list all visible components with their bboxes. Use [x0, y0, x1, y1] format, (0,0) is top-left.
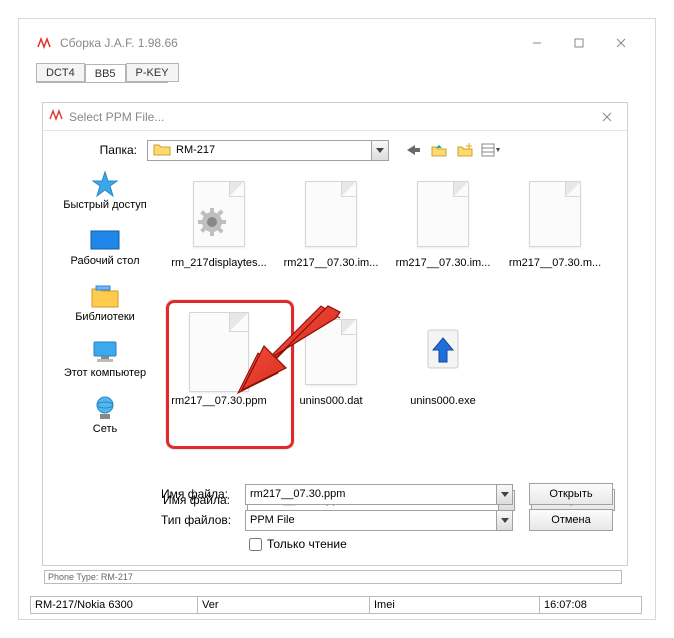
- main-titlebar: Сборка J.A.F. 1.98.66: [30, 30, 642, 56]
- network-icon: [49, 393, 161, 423]
- dialog-app-icon: [49, 108, 63, 125]
- folder-label: Папка:: [55, 143, 147, 157]
- file-grid[interactable]: rm_217displaytes... rm217__07.30.im... r…: [163, 165, 619, 455]
- dialog-titlebar: Select PPM File...: [43, 103, 627, 131]
- file-label: unins000.dat: [277, 395, 385, 407]
- back-icon[interactable]: [403, 140, 423, 160]
- file-icon: [301, 177, 361, 251]
- app-icon: [36, 35, 52, 51]
- status-imei: Imei: [370, 596, 540, 614]
- file-icon: [301, 315, 361, 389]
- dialog-title: Select PPM File...: [69, 110, 164, 124]
- quick-access-icon: [49, 169, 161, 199]
- file-icon: [189, 315, 249, 389]
- place-network[interactable]: Сеть: [49, 389, 161, 445]
- filename-value: rm217__07.30.ppm: [250, 488, 345, 500]
- place-libraries[interactable]: Библиотеки: [49, 277, 161, 333]
- status-time: 16:07:08: [540, 596, 642, 614]
- tab-underline: [36, 82, 168, 83]
- main-title: Сборка J.A.F. 1.98.66: [60, 36, 178, 50]
- desktop-icon: [49, 225, 161, 255]
- folder-select[interactable]: RM-217: [147, 140, 389, 161]
- close-button[interactable]: [600, 30, 642, 56]
- filename-label: Имя файла:: [161, 487, 245, 501]
- file-item[interactable]: unins000.exe: [387, 303, 499, 437]
- chevron-down-icon[interactable]: [496, 511, 512, 530]
- place-desktop[interactable]: Рабочий стол: [49, 221, 161, 277]
- place-label: Этот компьютер: [49, 367, 161, 379]
- status-ver: Ver: [198, 596, 370, 614]
- filetype-label: Тип файлов:: [161, 513, 245, 527]
- installer-icon: [413, 315, 473, 389]
- tab-dct4[interactable]: DCT4: [36, 63, 85, 82]
- folder-value: RM-217: [176, 144, 215, 156]
- place-quick-access[interactable]: Быстрый доступ: [49, 165, 161, 221]
- file-label: unins000.exe: [389, 395, 497, 407]
- status-bar: RM-217/Nokia 6300 Ver Imei 16:07:08: [30, 596, 642, 614]
- minimize-button[interactable]: [516, 30, 558, 56]
- chevron-down-icon[interactable]: [371, 141, 388, 160]
- file-label: rm217__07.30.im...: [277, 257, 385, 269]
- file-item[interactable]: rm217__07.30.im...: [275, 165, 387, 299]
- dialog-close-button[interactable]: [587, 103, 627, 131]
- file-label: rm217__07.30.m...: [501, 257, 609, 269]
- place-label: Быстрый доступ: [49, 199, 161, 211]
- file-item[interactable]: unins000.dat: [275, 303, 387, 437]
- tab-bar: DCT4 BB5 P-KEY: [36, 62, 179, 82]
- phone-type-field: Phone Type: RM-217: [44, 570, 622, 584]
- cancel-button[interactable]: Отмена: [529, 509, 613, 531]
- views-icon[interactable]: [481, 140, 501, 160]
- file-label: rm_217displaytes...: [165, 257, 273, 269]
- gear-file-icon: [189, 177, 249, 251]
- folder-icon: [153, 142, 171, 158]
- chevron-down-icon[interactable]: [496, 485, 512, 504]
- file-item[interactable]: rm217__07.30.m...: [499, 165, 611, 299]
- readonly-checkbox[interactable]: [249, 538, 262, 551]
- status-model: RM-217/Nokia 6300: [30, 596, 198, 614]
- file-icon: [413, 177, 473, 251]
- file-item[interactable]: rm_217displaytes...: [163, 165, 275, 299]
- up-one-level-icon[interactable]: [429, 140, 449, 160]
- folder-row: Папка: RM-217: [43, 135, 627, 165]
- file-dialog: Select PPM File... Папка: RM-217: [42, 102, 628, 566]
- filetype-value: PPM File: [250, 514, 295, 526]
- file-label: rm217__07.30.im...: [389, 257, 497, 269]
- file-label: rm217__07.30.ppm: [165, 395, 273, 407]
- readonly-label: Только чтение: [267, 537, 347, 551]
- places-bar: Быстрый доступ Рабочий стол Библиотеки Э…: [49, 165, 161, 445]
- tab-bb5[interactable]: BB5: [85, 64, 126, 83]
- place-label: Сеть: [49, 423, 161, 435]
- filetype-select[interactable]: PPM File: [245, 510, 513, 531]
- new-folder-icon[interactable]: [455, 140, 475, 160]
- place-label: Рабочий стол: [49, 255, 161, 267]
- place-this-pc[interactable]: Этот компьютер: [49, 333, 161, 389]
- maximize-button[interactable]: [558, 30, 600, 56]
- dialog-toolbar: [403, 140, 501, 160]
- this-pc-icon: [49, 337, 161, 367]
- open-button[interactable]: Открыть: [529, 483, 613, 505]
- libraries-icon: [49, 281, 161, 311]
- file-icon: [525, 177, 585, 251]
- file-item[interactable]: rm217__07.30.im...: [387, 165, 499, 299]
- dialog-bottom: Имя файла: rm217__07.30.ppm Открыть Тип …: [161, 481, 621, 555]
- filename-input[interactable]: rm217__07.30.ppm: [245, 484, 513, 505]
- tab-pkey[interactable]: P-KEY: [126, 63, 179, 82]
- file-item-selected[interactable]: rm217__07.30.ppm: [163, 303, 275, 437]
- place-label: Библиотеки: [49, 311, 161, 323]
